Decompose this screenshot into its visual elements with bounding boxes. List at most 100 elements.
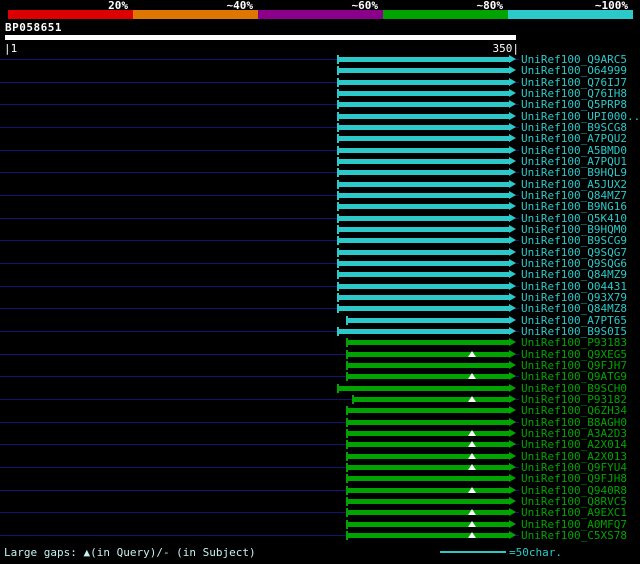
hit-label[interactable]: UniRef100_B8AGH0 bbox=[521, 417, 627, 428]
hit-label[interactable]: UniRef100_Q84MZ8 bbox=[521, 303, 627, 314]
gap-marker-icon bbox=[468, 429, 477, 436]
bar-arrowhead-icon bbox=[508, 383, 516, 392]
bar-start-tick bbox=[337, 247, 340, 257]
hit-label[interactable]: UniRef100_B9SCG9 bbox=[521, 235, 627, 246]
hit-label[interactable]: UniRef100_A2X014 bbox=[521, 439, 627, 450]
hit-label[interactable]: UniRef100_UPI000... bbox=[521, 111, 640, 122]
bar-arrowhead-icon bbox=[508, 338, 516, 347]
hit-label[interactable]: UniRef100_Q9XEG5 bbox=[521, 349, 627, 360]
hit-row: UniRef100_A7PT65 bbox=[0, 315, 640, 326]
hit-alignment-bar bbox=[337, 292, 516, 302]
bar-arrowhead-icon bbox=[508, 77, 516, 86]
hit-alignment-bar bbox=[346, 451, 516, 461]
hit-label[interactable]: UniRef100_P93183 bbox=[521, 337, 627, 348]
bar-start-tick bbox=[337, 111, 340, 121]
hit-label[interactable]: UniRef100_A3A2D3 bbox=[521, 428, 627, 439]
hit-alignment-bar bbox=[346, 485, 516, 495]
bar-start-tick bbox=[337, 383, 340, 393]
bar-start-tick bbox=[337, 224, 340, 234]
scale-segment bbox=[8, 10, 133, 19]
hit-label[interactable]: UniRef100_Q5K410 bbox=[521, 213, 627, 224]
bar-start-tick bbox=[346, 462, 349, 472]
hit-label[interactable]: UniRef100_A0MFQ7 bbox=[521, 519, 627, 530]
hit-row: UniRef100_Q5K410 bbox=[0, 213, 640, 224]
hit-label[interactable]: UniRef100_A5JUX2 bbox=[521, 179, 627, 190]
bar-arrowhead-icon bbox=[508, 213, 516, 222]
hit-alignment-bar bbox=[337, 270, 516, 280]
hit-label[interactable]: UniRef100_A9EXC1 bbox=[521, 507, 627, 518]
bar-start-tick bbox=[337, 326, 340, 336]
hit-label[interactable]: UniRef100_B9NG16 bbox=[521, 201, 627, 212]
hit-row: UniRef100_C5XS78 bbox=[0, 530, 640, 541]
bar-arrowhead-icon bbox=[508, 134, 516, 143]
hit-alignment-bar bbox=[337, 202, 516, 212]
hit-label[interactable]: UniRef100_Q940R8 bbox=[521, 485, 627, 496]
bar-start-tick bbox=[352, 394, 354, 404]
gap-marker-icon bbox=[468, 441, 477, 448]
bar-start-tick bbox=[346, 440, 349, 450]
bar-start-tick bbox=[346, 508, 349, 518]
hit-label[interactable]: UniRef100_A5BMD0 bbox=[521, 145, 627, 156]
bar-arrowhead-icon bbox=[508, 519, 516, 528]
hit-label[interactable]: UniRef100_Q9FJH8 bbox=[521, 473, 627, 484]
hit-alignment-bar bbox=[337, 281, 516, 291]
hit-label[interactable]: UniRef100_O64999 bbox=[521, 65, 627, 76]
hit-label[interactable]: UniRef100_B9S0I5 bbox=[521, 326, 627, 337]
bar-start-tick bbox=[346, 530, 349, 540]
bar-arrowhead-icon bbox=[508, 394, 516, 403]
scale-legend-label: =50char. bbox=[509, 546, 562, 559]
hit-row: UniRef100_B9HQL9 bbox=[0, 167, 640, 178]
hit-row: UniRef100_Q5PRP8 bbox=[0, 99, 640, 110]
hit-alignment-bar bbox=[346, 519, 516, 529]
bar-arrowhead-icon bbox=[508, 145, 516, 154]
hit-row: UniRef100_A7PQU2 bbox=[0, 133, 640, 144]
hit-alignment-bar bbox=[337, 122, 516, 132]
hit-label[interactable]: UniRef100_Q6ZH34 bbox=[521, 405, 627, 416]
bar-arrowhead-icon bbox=[508, 451, 516, 460]
hit-label[interactable]: UniRef100_B9HQL9 bbox=[521, 167, 627, 178]
gap-marker-icon bbox=[468, 373, 477, 380]
bar-start-tick bbox=[337, 292, 340, 302]
hit-label[interactable]: UniRef100_O04431 bbox=[521, 281, 627, 292]
hit-alignment-bar bbox=[337, 156, 516, 166]
bar-arrowhead-icon bbox=[508, 66, 516, 75]
hit-alignment-bar bbox=[346, 349, 516, 359]
hit-label[interactable]: UniRef100_A7PT65 bbox=[521, 315, 627, 326]
bar-arrowhead-icon bbox=[508, 122, 516, 131]
hit-row: UniRef100_Q84MZ8 bbox=[0, 303, 640, 314]
hit-label[interactable]: UniRef100_B9SCH0 bbox=[521, 383, 627, 394]
hit-alignment-bar bbox=[337, 213, 516, 223]
hit-label[interactable]: UniRef100_Q76IJ7 bbox=[521, 77, 627, 88]
hit-alignment-bar bbox=[346, 360, 516, 370]
bar-arrowhead-icon bbox=[508, 508, 516, 517]
bar-arrowhead-icon bbox=[508, 530, 516, 539]
gap-marker-icon bbox=[468, 531, 477, 538]
gap-marker-icon bbox=[468, 395, 477, 402]
hit-alignment-bar bbox=[337, 224, 516, 234]
gap-marker-icon bbox=[468, 520, 477, 527]
bar-start-tick bbox=[346, 474, 349, 484]
bar-arrowhead-icon bbox=[508, 55, 516, 63]
bar-arrowhead-icon bbox=[508, 304, 516, 313]
bar-start-tick bbox=[337, 190, 340, 200]
hit-label[interactable]: UniRef100_Q9SQG7 bbox=[521, 247, 627, 258]
bar-arrowhead-icon bbox=[508, 258, 516, 267]
hit-alignment-bar bbox=[337, 383, 516, 393]
hit-label[interactable]: UniRef100_Q5PRP8 bbox=[521, 99, 627, 110]
hit-label[interactable]: UniRef100_A7PQU2 bbox=[521, 133, 627, 144]
hit-alignment-bar bbox=[352, 394, 516, 404]
hit-label[interactable]: UniRef100_C5XS78 bbox=[521, 530, 627, 541]
bar-start-tick bbox=[337, 77, 340, 87]
hit-label[interactable]: UniRef100_Q84MZ9 bbox=[521, 269, 627, 280]
bar-arrowhead-icon bbox=[508, 496, 516, 505]
hit-row: UniRef100_B8AGH0 bbox=[0, 417, 640, 428]
hit-label[interactable]: UniRef100_A2X013 bbox=[521, 451, 627, 462]
bar-arrowhead-icon bbox=[508, 428, 516, 437]
scale-legend-line bbox=[440, 551, 506, 553]
hit-alignment-bar bbox=[346, 372, 516, 382]
scale-segment bbox=[258, 10, 383, 19]
gaps-legend: Large gaps: ▲(in Query)/- (in Subject) bbox=[4, 546, 256, 559]
hit-label[interactable]: UniRef100_Q9ATG9 bbox=[521, 371, 627, 382]
hit-alignment-bar bbox=[346, 315, 516, 325]
bar-arrowhead-icon bbox=[508, 440, 516, 449]
